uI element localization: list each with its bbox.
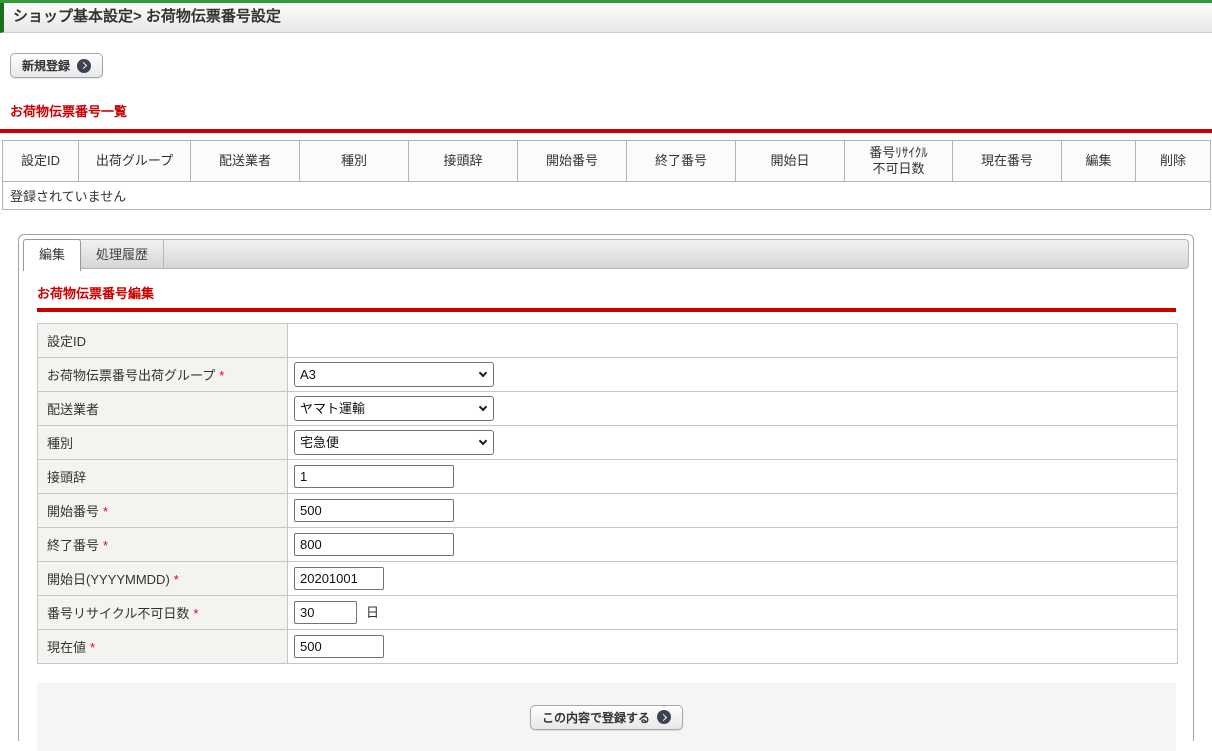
col-type: 種別 — [299, 140, 409, 182]
tab-history[interactable]: 処理履歴 — [81, 240, 165, 268]
start-number-input[interactable] — [294, 499, 454, 522]
col-recycle-days: 番号ﾘｻｲｸﾙ 不可日数 — [844, 140, 953, 182]
prefix-input[interactable] — [294, 465, 454, 488]
list-empty-row: 登録されていません — [2, 181, 1211, 210]
current-value-label: 現在値 * — [37, 629, 288, 664]
start-date-label: 開始日(YYYYMMDD) * — [37, 561, 288, 596]
arrow-circle-icon — [77, 58, 92, 73]
type-label: 種別 — [37, 425, 288, 460]
col-start-number: 開始番号 — [517, 140, 627, 182]
shipping-group-select[interactable]: A3 — [294, 362, 494, 387]
form-row-shipping-group: お荷物伝票番号出荷グループ * A3 — [37, 357, 1178, 392]
start-number-label: 開始番号 * — [37, 493, 288, 528]
form-row-setting-id: 設定ID — [37, 323, 1178, 358]
form-row-type: 種別 宅急便 — [37, 425, 1178, 460]
form-row-carrier: 配送業者 ヤマト運輸 — [37, 391, 1178, 426]
list-section-heading: お荷物伝票番号一覧 — [10, 104, 128, 119]
form-row-current-value: 現在値 * — [37, 629, 1178, 664]
recycle-days-label: 番号リサイクル不可日数 * — [37, 595, 288, 630]
page-title: ショップ基本設定> お荷物伝票番号設定 — [0, 3, 1212, 33]
col-prefix: 接頭辞 — [408, 140, 518, 182]
setting-id-value — [287, 323, 1178, 358]
required-mark: * — [103, 538, 109, 553]
start-date-input[interactable] — [294, 567, 384, 590]
recycle-days-input[interactable] — [294, 601, 357, 624]
col-carrier: 配送業者 — [190, 140, 300, 182]
required-mark: * — [193, 606, 199, 621]
end-number-label: 終了番号 * — [37, 527, 288, 562]
required-mark: * — [173, 572, 179, 587]
empty-message: 登録されていません — [2, 181, 1211, 210]
required-mark: * — [219, 368, 225, 383]
col-start-date: 開始日 — [735, 140, 845, 182]
carrier-select[interactable]: ヤマト運輸 — [294, 396, 494, 421]
col-current-number: 現在番号 — [952, 140, 1062, 182]
arrow-circle-icon — [657, 710, 671, 724]
required-mark: * — [90, 640, 96, 655]
shipping-group-label: お荷物伝票番号出荷グループ * — [37, 357, 288, 392]
setting-id-label: 設定ID — [37, 323, 288, 358]
col-edit: 編集 — [1061, 140, 1136, 182]
required-mark: * — [103, 504, 109, 519]
edit-panel: 編集 処理履歴 お荷物伝票番号編集 設定ID お荷物伝票番号出荷グループ * A3 — [18, 234, 1194, 751]
col-end-number: 終了番号 — [626, 140, 736, 182]
col-setting-id: 設定ID — [2, 140, 79, 182]
carrier-label: 配送業者 — [37, 391, 288, 426]
tab-edit[interactable]: 編集 — [23, 239, 82, 271]
tab-bar: 編集 処理履歴 — [23, 239, 1189, 271]
type-select[interactable]: 宅急便 — [294, 430, 494, 455]
col-delete: 削除 — [1135, 140, 1211, 182]
form-footer: この内容で登録する — [37, 683, 1176, 751]
edit-form-table: 設定ID お荷物伝票番号出荷グループ * A3 配送業者 ヤマト運輸 種別 宅急… — [37, 323, 1178, 664]
submit-button[interactable]: この内容で登録する — [529, 704, 683, 730]
form-row-recycle-days: 番号リサイクル不可日数* 日 — [37, 595, 1178, 630]
form-row-start-number: 開始番号 * — [37, 493, 1178, 528]
form-row-start-date: 開始日(YYYYMMDD) * — [37, 561, 1178, 596]
new-registration-button[interactable]: 新規登録 — [10, 53, 104, 78]
edit-section-heading: お荷物伝票番号編集 — [37, 286, 155, 301]
new-registration-label: 新規登録 — [22, 59, 71, 73]
list-header-row: 設定ID 出荷グループ 配送業者 種別 接頭辞 開始番号 終了番号 開始日 番号… — [2, 140, 1211, 182]
form-row-end-number: 終了番号 * — [37, 527, 1178, 562]
end-number-input[interactable] — [294, 533, 454, 556]
current-value-input[interactable] — [294, 635, 384, 658]
list-section-divider — [0, 129, 1212, 133]
col-shipping-group: 出荷グループ — [78, 140, 191, 182]
slip-number-list-table: 設定ID 出荷グループ 配送業者 種別 接頭辞 開始番号 終了番号 開始日 番号… — [2, 140, 1211, 210]
edit-section-divider — [37, 308, 1176, 312]
prefix-label: 接頭辞 — [37, 459, 288, 494]
days-unit-label: 日 — [366, 605, 380, 620]
form-row-prefix: 接頭辞 — [37, 459, 1178, 494]
submit-button-label: この内容で登録する — [541, 710, 650, 725]
